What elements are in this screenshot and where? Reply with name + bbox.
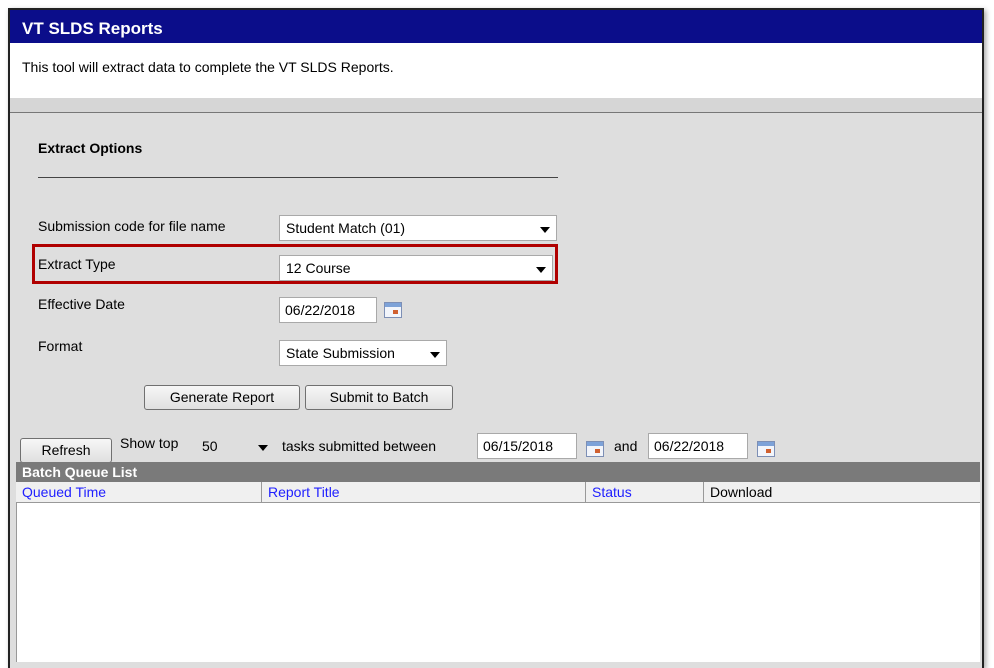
calendar-icon[interactable] <box>384 302 402 318</box>
column-status[interactable]: Status <box>586 482 704 502</box>
extract-type-value: 12 Course <box>286 260 351 276</box>
chevron-down-icon <box>258 445 268 451</box>
submission-code-label: Submission code for file name <box>38 218 226 234</box>
submission-code-select[interactable]: Student Match (01) <box>279 215 557 241</box>
batch-queue-header-row: Queued Time Report Title Status Download <box>16 482 980 503</box>
show-top-value: 50 <box>202 438 218 454</box>
column-queued-time[interactable]: Queued Time <box>16 482 262 502</box>
description-divider <box>10 98 982 113</box>
extract-options-title: Extract Options <box>38 140 143 156</box>
column-report-title[interactable]: Report Title <box>262 482 586 502</box>
window-title: VT SLDS Reports <box>10 8 982 43</box>
start-date-input[interactable]: 06/15/2018 <box>477 433 577 459</box>
batch-queue-list <box>16 503 980 662</box>
effective-date-input[interactable]: 06/22/2018 <box>279 297 377 323</box>
format-select[interactable]: State Submission <box>279 340 447 366</box>
chevron-down-icon <box>430 352 440 358</box>
tool-description: This tool will extract data to complete … <box>22 59 394 75</box>
format-label: Format <box>38 338 83 354</box>
format-value: State Submission <box>286 345 395 361</box>
and-label: and <box>614 438 638 454</box>
column-download: Download <box>710 484 773 500</box>
submit-to-batch-button[interactable]: Submit to Batch <box>305 385 453 410</box>
extract-type-label: Extract Type <box>38 256 116 272</box>
extract-type-select[interactable]: 12 Course <box>279 255 553 281</box>
chevron-down-icon <box>536 267 546 273</box>
calendar-icon[interactable] <box>757 441 775 457</box>
submission-code-value: Student Match (01) <box>286 220 406 236</box>
chevron-down-icon <box>540 227 550 233</box>
show-top-select[interactable]: 50 <box>195 433 275 459</box>
effective-date-label: Effective Date <box>38 296 125 312</box>
between-label: tasks submitted between <box>282 438 437 454</box>
generate-report-button[interactable]: Generate Report <box>144 385 300 410</box>
calendar-icon[interactable] <box>586 441 604 457</box>
batch-queue-title: Batch Queue List <box>16 462 980 482</box>
refresh-button[interactable]: Refresh <box>20 438 112 463</box>
end-date-input[interactable]: 06/22/2018 <box>648 433 748 459</box>
show-top-label: Show top <box>120 435 179 451</box>
section-divider <box>38 177 558 178</box>
